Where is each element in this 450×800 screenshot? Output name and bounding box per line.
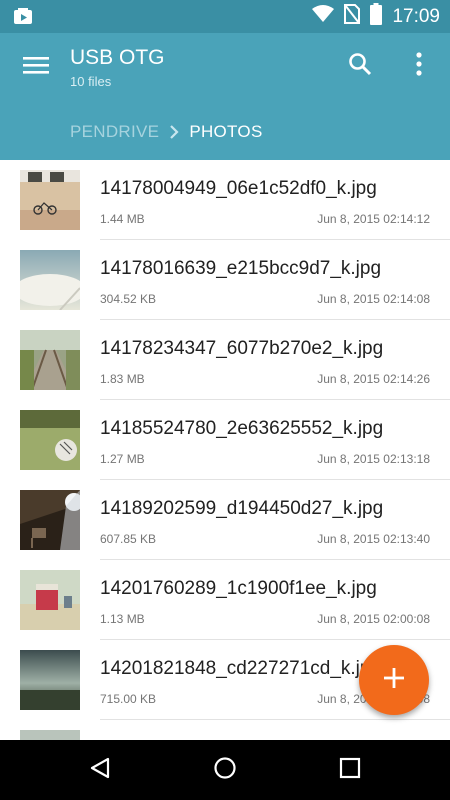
list-item[interactable] [0, 720, 450, 740]
more-vert-icon [416, 51, 422, 81]
thumbnail-image [20, 570, 80, 630]
file-name: 14178234347_6077b270e2_k.jpg [100, 338, 384, 359]
app-bar: USB OTG 10 files PENDRIVE PHOTOS [0, 33, 450, 160]
add-button[interactable] [359, 645, 429, 715]
file-name: 14201821848_cd227271cd_k.jpg [100, 658, 382, 679]
file-size: 607.85 KB [100, 532, 157, 546]
list-item[interactable]: 14178234347_6077b270e2_k.jpg 1.83 MB Jun… [0, 320, 450, 400]
file-size: 1.83 MB [100, 372, 145, 386]
back-button[interactable] [85, 755, 115, 785]
thumbnail-image [20, 650, 80, 710]
file-name: 14185524780_2e63625552_k.jpg [100, 418, 384, 439]
list-item[interactable]: 14201760289_1c1900f1ee_k.jpg 1.13 MB Jun… [0, 560, 450, 640]
back-icon [88, 756, 112, 785]
file-date: Jun 8, 2015 02:14:08 [317, 292, 430, 306]
file-date: Jun 8, 2015 02:13:40 [317, 532, 430, 546]
home-button[interactable] [210, 755, 240, 785]
recents-icon [339, 757, 361, 784]
list-item[interactable]: 14185524780_2e63625552_k.jpg 1.27 MB Jun… [0, 400, 450, 480]
add-icon [383, 667, 405, 694]
file-count: 10 files [70, 74, 112, 89]
recents-button[interactable] [335, 755, 365, 785]
file-name: 14178004949_06e1c52df0_k.jpg [100, 178, 377, 199]
no-sim-icon [344, 4, 361, 29]
thumbnail-image [20, 410, 80, 470]
navigation-bar [0, 740, 450, 800]
file-date: Jun 8, 2015 02:13:18 [317, 452, 430, 466]
breadcrumb-pendrive[interactable]: PENDRIVE [70, 122, 159, 142]
search-icon [348, 52, 372, 81]
file-size: 304.52 KB [100, 292, 157, 306]
thumbnail-image [20, 730, 80, 740]
file-size: 1.27 MB [100, 452, 145, 466]
battery-icon [370, 3, 383, 30]
more-options-button[interactable] [404, 49, 434, 83]
status-bar: 17:09 [0, 0, 450, 33]
file-date: Jun 8, 2015 02:14:26 [317, 372, 430, 386]
menu-button[interactable] [18, 49, 54, 85]
file-name: 14201760289_1c1900f1ee_k.jpg [100, 578, 377, 599]
list-item[interactable]: 14178016639_e215bcc9d7_k.jpg 304.52 KB J… [0, 240, 450, 320]
file-date: Jun 8, 2015 02:14:12 [317, 212, 430, 226]
notification-icon [12, 6, 34, 28]
status-time: 17:09 [392, 5, 440, 27]
file-name: 14178016639_e215bcc9d7_k.jpg [100, 258, 382, 279]
list-item[interactable]: 14178004949_06e1c52df0_k.jpg 1.44 MB Jun… [0, 160, 450, 240]
file-size: 1.13 MB [100, 612, 145, 626]
file-date: Jun 8, 2015 02:00:08 [317, 612, 430, 626]
page-title: USB OTG [70, 46, 165, 69]
file-name: 14189202599_d194450d27_k.jpg [100, 498, 384, 519]
breadcrumb-photos[interactable]: PHOTOS [189, 122, 262, 142]
thumbnail-image [20, 330, 80, 390]
file-size: 715.00 KB [100, 692, 157, 706]
thumbnail-image [20, 170, 80, 230]
wifi-icon [312, 5, 335, 28]
breadcrumb: PENDRIVE PHOTOS [70, 121, 263, 143]
thumbnail-image [20, 490, 80, 550]
home-icon [213, 756, 237, 785]
list-item[interactable]: 14189202599_d194450d27_k.jpg 607.85 KB J… [0, 480, 450, 560]
chevron-right-icon [159, 121, 189, 143]
file-size: 1.44 MB [100, 212, 145, 226]
thumbnail-image [20, 250, 80, 310]
search-button[interactable] [343, 49, 377, 83]
menu-icon [23, 55, 49, 80]
